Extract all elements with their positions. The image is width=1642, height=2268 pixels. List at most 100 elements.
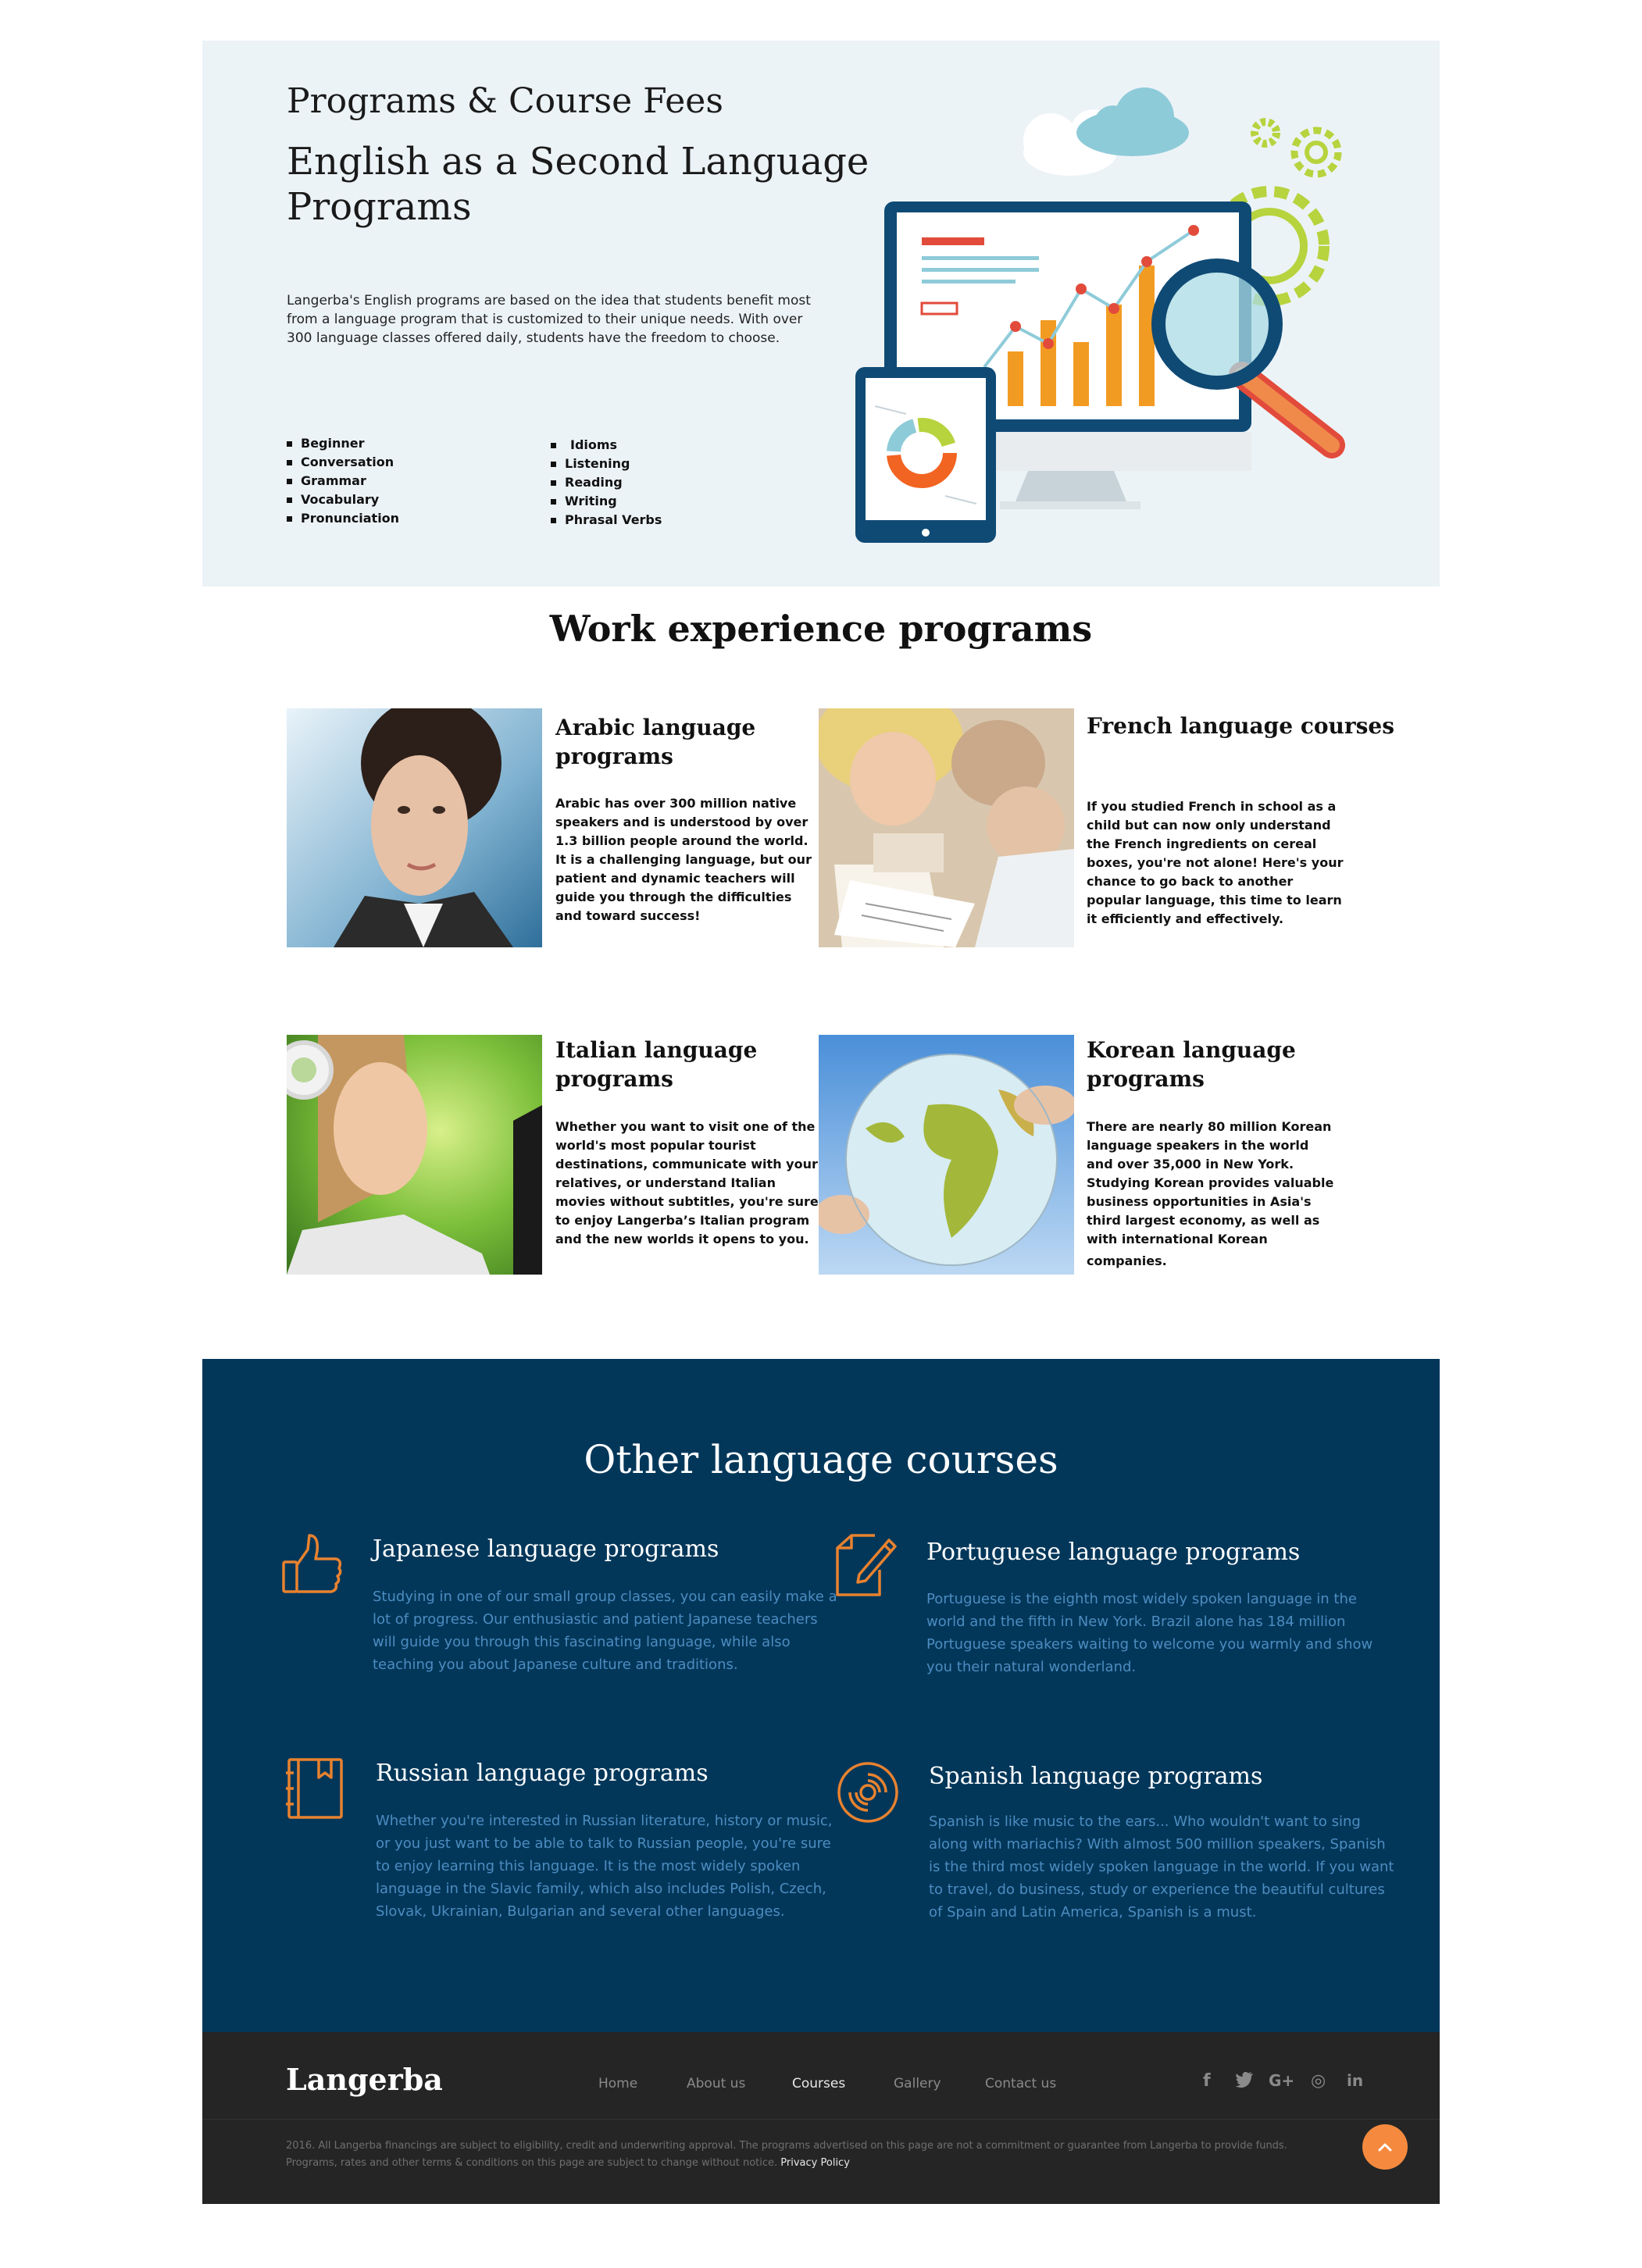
nav-link-home[interactable]: Home (598, 2076, 637, 2091)
cloud-icon (1023, 87, 1189, 176)
list-item: Conversation (287, 453, 399, 472)
body-line: and over 35,000 in New York. (1087, 1157, 1294, 1171)
list-item: Idioms (551, 436, 662, 455)
list-item: Phrasal Verbs (551, 511, 662, 530)
twitter-icon[interactable] (1235, 2071, 1254, 2093)
body-line: third largest economy, as well as (1087, 1213, 1320, 1228)
book-icon (286, 1758, 343, 1819)
body-line: speakers and is understood by over (555, 815, 809, 829)
footer-divider (202, 2119, 1440, 2120)
body-line: 1.3 billion people around the world. (555, 833, 809, 848)
vinyl-disc-icon (837, 1762, 898, 1823)
body-line: and the new worlds it opens to you. (555, 1232, 809, 1246)
title-line: French language courses (1087, 713, 1394, 739)
title-line: programs (555, 744, 673, 769)
card-title-french: French language courses (1087, 711, 1394, 740)
title-line: Korean language (1087, 1037, 1296, 1063)
back-to-top-button[interactable] (1362, 2124, 1408, 2170)
body-line: Slovak, Ukrainian, Bulgarian and several… (376, 1903, 785, 1920)
card-photo-arabic (287, 708, 542, 947)
privacy-policy-link[interactable]: Privacy Policy (780, 2157, 850, 2169)
body-line: boxes, you're not alone! Here's your (1087, 855, 1344, 870)
body-line: child but can now only understand (1087, 818, 1331, 833)
legal-line: Programs, rates and other terms & condit… (286, 2157, 778, 2169)
body-line: There are nearly 80 million Korean (1087, 1119, 1332, 1134)
body-line: business opportunities in Asia's (1087, 1194, 1312, 1209)
feature-title-portuguese: Portuguese language programs (926, 1539, 1301, 1566)
title-line: Arabic language (555, 715, 756, 740)
body-line: Arabic has over 300 million native (555, 796, 797, 811)
body-line: relatives, or understand Italian (555, 1175, 776, 1190)
work-heading: Work experience programs (549, 608, 1093, 650)
card-title-arabic: Arabic language programs (555, 713, 755, 771)
card-photo-korean (819, 1035, 1074, 1275)
linkedin-icon[interactable]: in (1347, 2071, 1363, 2090)
body-line: you their natural wonderland. (926, 1659, 1137, 1675)
body-line: guide you through the difficulties (555, 890, 792, 904)
nav-link-courses[interactable]: Courses (792, 2076, 845, 2091)
body-line: Studying Korean provides valuable (1087, 1175, 1334, 1190)
body-line: the French ingredients on cereal (1087, 836, 1317, 851)
body-line: to travel, do business, study or experie… (929, 1881, 1385, 1898)
body-line: language speakers in the world (1087, 1138, 1309, 1153)
body-line: popular language, this time to learn (1087, 893, 1342, 908)
thumbs-up-icon (282, 1534, 342, 1593)
body-line: movies without subtitles, you're sure (555, 1194, 819, 1209)
body-line: Whether you want to visit one of the (555, 1119, 816, 1134)
list-item: Listening (551, 455, 662, 473)
feature-title-japanese: Japanese language programs (373, 1535, 719, 1563)
body-line: with international Korean (1087, 1232, 1268, 1246)
title-line: programs (1087, 1066, 1205, 1092)
body-line: to enjoy learning this language. It is t… (376, 1858, 801, 1874)
body-line: to enjoy Langerba’s Italian program (555, 1213, 810, 1228)
feature-body-russian: Whether you're interested in Russian lit… (376, 1810, 832, 1923)
description-line: from a language program that is customiz… (287, 312, 803, 327)
nav-link-about[interactable]: About us (687, 2076, 745, 2091)
page-title: Programs & Course Fees (287, 81, 723, 121)
title-line: programs (555, 1066, 673, 1092)
body-line: Portuguese speakers waiting to welcome y… (926, 1636, 1373, 1653)
body-line: world's most popular tourist (555, 1138, 756, 1153)
hero-description: Langerba's English programs are based on… (287, 291, 811, 348)
card-title-italian: Italian language programs (555, 1036, 757, 1093)
card-body-french: If you studied French in school as a chi… (1087, 797, 1343, 929)
footer (202, 2032, 1440, 2204)
body-line: is the third most widely spoken language… (929, 1859, 1394, 1875)
footer-brand-logo[interactable]: Langerba (286, 2062, 443, 2097)
nav-link-gallery[interactable]: Gallery (894, 2076, 941, 2091)
body-line: If you studied French in school as a (1087, 799, 1337, 814)
body-line: along with mariachis? With almost 500 mi… (929, 1836, 1386, 1853)
body-line: patient and dynamic teachers will (555, 871, 795, 886)
body-line: and toward success! (555, 908, 701, 923)
list-item: Vocabulary (287, 490, 399, 509)
feature-title-russian: Russian language programs (376, 1760, 709, 1787)
body-line: Spanish is like music to the ears... Who… (929, 1813, 1361, 1830)
body-line: of Spain and Latin America, Spanish is a… (929, 1904, 1257, 1920)
list-item: Reading (551, 473, 662, 492)
nav-link-contact[interactable]: Contact us (985, 2076, 1056, 2091)
edit-document-icon (836, 1534, 897, 1596)
card-body-arabic: Arabic has over 300 million native speak… (555, 794, 812, 925)
body-line: It is a challenging language, but our (555, 852, 812, 867)
subtitle-line: Programs (287, 185, 472, 229)
feature-body-japanese: Studying in one of our small group class… (373, 1585, 837, 1676)
list-item: Beginner (287, 434, 399, 453)
description-line: 300 language classes offered daily, stud… (287, 330, 780, 346)
subtitle-line: English as a Second Language (287, 140, 869, 184)
body-line: will guide you through this fascinating … (373, 1634, 791, 1650)
feature-title-spanish: Spanish language programs (929, 1763, 1263, 1790)
analytics-illustration (855, 87, 1345, 543)
body-line: teaching you about Japanese culture and … (373, 1656, 738, 1673)
program-list-right: Idioms Listening Reading Writing Phrasal… (551, 436, 662, 530)
facebook-icon[interactable]: f (1203, 2071, 1211, 2091)
list-item: Writing (551, 492, 662, 511)
body-line: it efficiently and effectively. (1087, 911, 1284, 926)
instagram-icon[interactable]: ◎ (1311, 2071, 1326, 2091)
google-plus-icon[interactable]: G+ (1269, 2071, 1294, 2090)
title-line: Italian language (555, 1037, 758, 1063)
list-item: Grammar (287, 472, 399, 490)
body-line: language in the Slavic family, which als… (376, 1881, 826, 1897)
legal-text: 2016. All Langerba financings are subjec… (286, 2138, 1356, 2172)
legal-line: 2016. All Langerba financings are subjec… (286, 2140, 1287, 2152)
body-line: Portuguese is the eighth most widely spo… (926, 1591, 1357, 1607)
